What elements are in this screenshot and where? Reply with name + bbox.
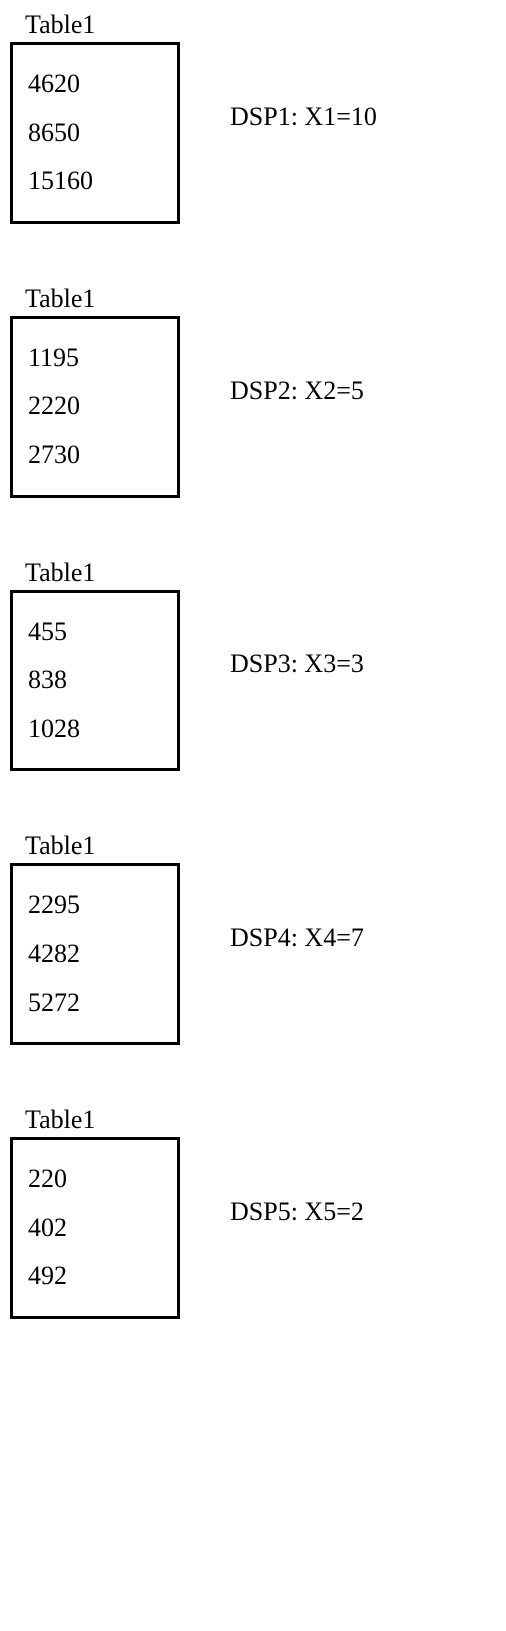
dsp-block-5: Table1 220 402 492 DSP5: X5=2 <box>10 1105 496 1319</box>
table-row: 5272 <box>28 979 165 1028</box>
table-box: 2295 4282 5272 <box>10 863 180 1045</box>
dsp-label: DSP2: X2=5 <box>190 376 496 406</box>
table-title: Table1 <box>25 10 190 40</box>
table-title: Table1 <box>25 831 190 861</box>
table-row: 15160 <box>28 157 165 206</box>
table-box: 1195 2220 2730 <box>10 316 180 498</box>
dsp-label: DSP5: X5=2 <box>190 1197 496 1227</box>
dsp-block-2: Table1 1195 2220 2730 DSP2: X2=5 <box>10 284 496 498</box>
table-row: 492 <box>28 1252 165 1301</box>
table-wrap: Table1 2295 4282 5272 <box>10 831 190 1045</box>
table-wrap: Table1 1195 2220 2730 <box>10 284 190 498</box>
table-wrap: Table1 455 838 1028 <box>10 558 190 772</box>
table-row: 838 <box>28 656 165 705</box>
dsp-block-4: Table1 2295 4282 5272 DSP4: X4=7 <box>10 831 496 1045</box>
table-row: 2295 <box>28 881 165 930</box>
table-row: 220 <box>28 1155 165 1204</box>
table-box: 220 402 492 <box>10 1137 180 1319</box>
table-box: 4620 8650 15160 <box>10 42 180 224</box>
dsp-block-1: Table1 4620 8650 15160 DSP1: X1=10 <box>10 10 496 224</box>
table-row: 8650 <box>28 109 165 158</box>
table-wrap: Table1 4620 8650 15160 <box>10 10 190 224</box>
table-row: 2220 <box>28 382 165 431</box>
table-row: 1195 <box>28 334 165 383</box>
dsp-block-3: Table1 455 838 1028 DSP3: X3=3 <box>10 558 496 772</box>
table-row: 4282 <box>28 930 165 979</box>
table-row: 2730 <box>28 431 165 480</box>
table-title: Table1 <box>25 1105 190 1135</box>
table-wrap: Table1 220 402 492 <box>10 1105 190 1319</box>
table-box: 455 838 1028 <box>10 590 180 772</box>
dsp-label: DSP4: X4=7 <box>190 923 496 953</box>
table-row: 4620 <box>28 60 165 109</box>
table-row: 1028 <box>28 705 165 754</box>
table-row: 402 <box>28 1204 165 1253</box>
table-title: Table1 <box>25 558 190 588</box>
table-row: 455 <box>28 608 165 657</box>
dsp-label: DSP3: X3=3 <box>190 649 496 679</box>
dsp-label: DSP1: X1=10 <box>190 102 496 132</box>
table-title: Table1 <box>25 284 190 314</box>
